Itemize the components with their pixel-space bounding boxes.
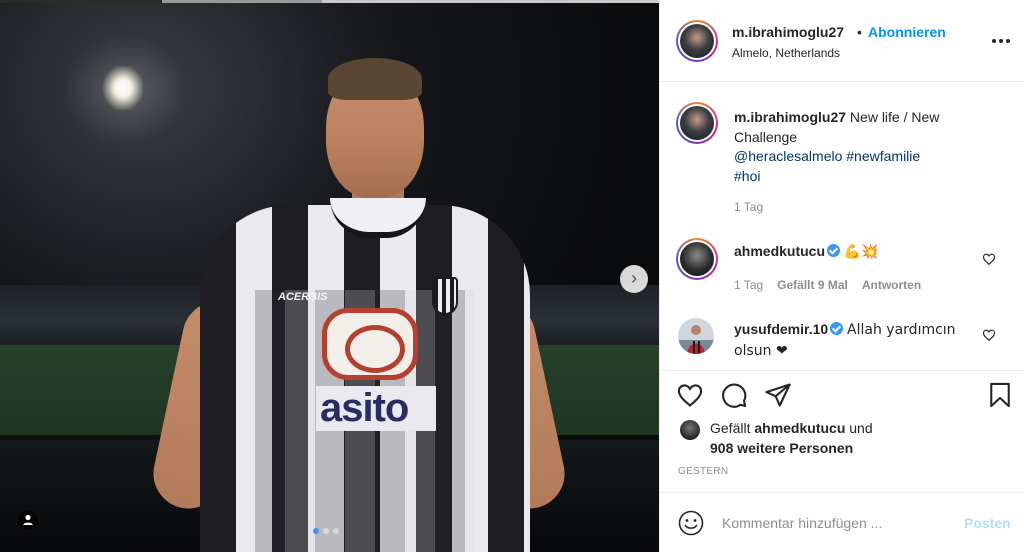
jersey-brand: ACERBIS bbox=[278, 291, 328, 303]
follow-button[interactable]: Abonnieren bbox=[868, 24, 946, 40]
likes-summary: Gefällt ahmedkutucu und 908 weitere Pers… bbox=[660, 416, 1024, 460]
comment-author[interactable]: yusufdemir.10 bbox=[734, 321, 828, 337]
comment-time[interactable]: 1 Tag bbox=[734, 278, 763, 292]
more-icon[interactable] bbox=[990, 34, 1012, 48]
avatar[interactable] bbox=[680, 420, 700, 440]
comment-text-block: ahmedkutucu 💪💥 bbox=[734, 242, 974, 263]
smiley-icon[interactable] bbox=[678, 510, 704, 536]
comment-meta: 1 Tag Gefällt 9 Mal Antworten bbox=[734, 278, 921, 292]
post-comment-button[interactable]: Posten bbox=[964, 515, 1011, 531]
sponsor-logo bbox=[322, 308, 418, 380]
avatar[interactable] bbox=[676, 238, 718, 280]
comment-text-block: yusufdemir.10 Allah yardımcın olsun ❤ bbox=[734, 320, 974, 361]
likes-others[interactable]: 908 weitere Personen bbox=[710, 440, 853, 456]
caption-tags-line1[interactable]: @heraclesalmelo #newfamilie bbox=[734, 148, 920, 164]
caption-time[interactable]: 1 Tag bbox=[734, 200, 763, 214]
carousel-dots bbox=[313, 528, 339, 534]
likes-prefix: Gefällt bbox=[710, 420, 755, 436]
comment-composer: Posten bbox=[660, 492, 1024, 552]
likes-text: Gefällt ahmedkutucu und 908 weitere Pers… bbox=[710, 418, 910, 458]
action-bar bbox=[660, 370, 1024, 422]
caption-author[interactable]: m.ibrahimoglu27 bbox=[734, 109, 846, 125]
comment-author[interactable]: ahmedkutucu bbox=[734, 243, 825, 259]
user-tag-icon[interactable] bbox=[18, 510, 38, 530]
avatar[interactable] bbox=[678, 318, 714, 354]
bookmark-icon[interactable] bbox=[986, 381, 1014, 409]
post-author[interactable]: m.ibrahimoglu27 bbox=[732, 24, 844, 40]
player-hair bbox=[328, 58, 422, 100]
post-location[interactable]: Almelo, Netherlands bbox=[732, 46, 840, 60]
post-date[interactable]: GESTERN bbox=[678, 466, 728, 477]
comment-text: 💪💥 bbox=[843, 244, 879, 260]
post-side-panel: m.ibrahimoglu27 • Abonnieren Almelo, Net… bbox=[659, 0, 1024, 552]
heart-icon[interactable] bbox=[982, 328, 996, 342]
avatar[interactable] bbox=[676, 20, 718, 62]
post-header: m.ibrahimoglu27 • Abonnieren Almelo, Net… bbox=[660, 0, 1024, 82]
reply-button[interactable]: Antworten bbox=[862, 278, 921, 292]
caption-text-block: m.ibrahimoglu27 New life / New Challenge… bbox=[734, 108, 974, 186]
verified-icon bbox=[830, 322, 844, 335]
next-arrow-icon[interactable]: › bbox=[620, 265, 648, 293]
header-bullet: • bbox=[857, 24, 862, 40]
comment-input[interactable] bbox=[722, 509, 952, 537]
verified-icon bbox=[827, 244, 841, 257]
likes-mid: und bbox=[845, 420, 873, 436]
caption-meta: 1 Tag bbox=[734, 200, 763, 214]
heart-icon[interactable] bbox=[676, 381, 704, 409]
comment-icon[interactable] bbox=[720, 381, 748, 409]
sponsor-text: asito bbox=[316, 386, 436, 431]
heart-icon[interactable] bbox=[982, 252, 996, 266]
carousel-dot bbox=[313, 528, 319, 534]
player-figure: ACERBIS asito bbox=[0, 0, 659, 552]
avatar[interactable] bbox=[676, 102, 718, 144]
likes-user[interactable]: ahmedkutucu bbox=[754, 420, 845, 436]
carousel-dot bbox=[323, 528, 329, 534]
share-icon[interactable] bbox=[764, 381, 792, 409]
carousel-dot bbox=[333, 528, 339, 534]
post-photo[interactable]: ACERBIS asito › bbox=[0, 0, 659, 552]
club-crest bbox=[432, 277, 458, 315]
comment-likes[interactable]: Gefällt 9 Mal bbox=[777, 278, 848, 292]
caption-tags-line2[interactable]: #hoi bbox=[734, 168, 760, 184]
